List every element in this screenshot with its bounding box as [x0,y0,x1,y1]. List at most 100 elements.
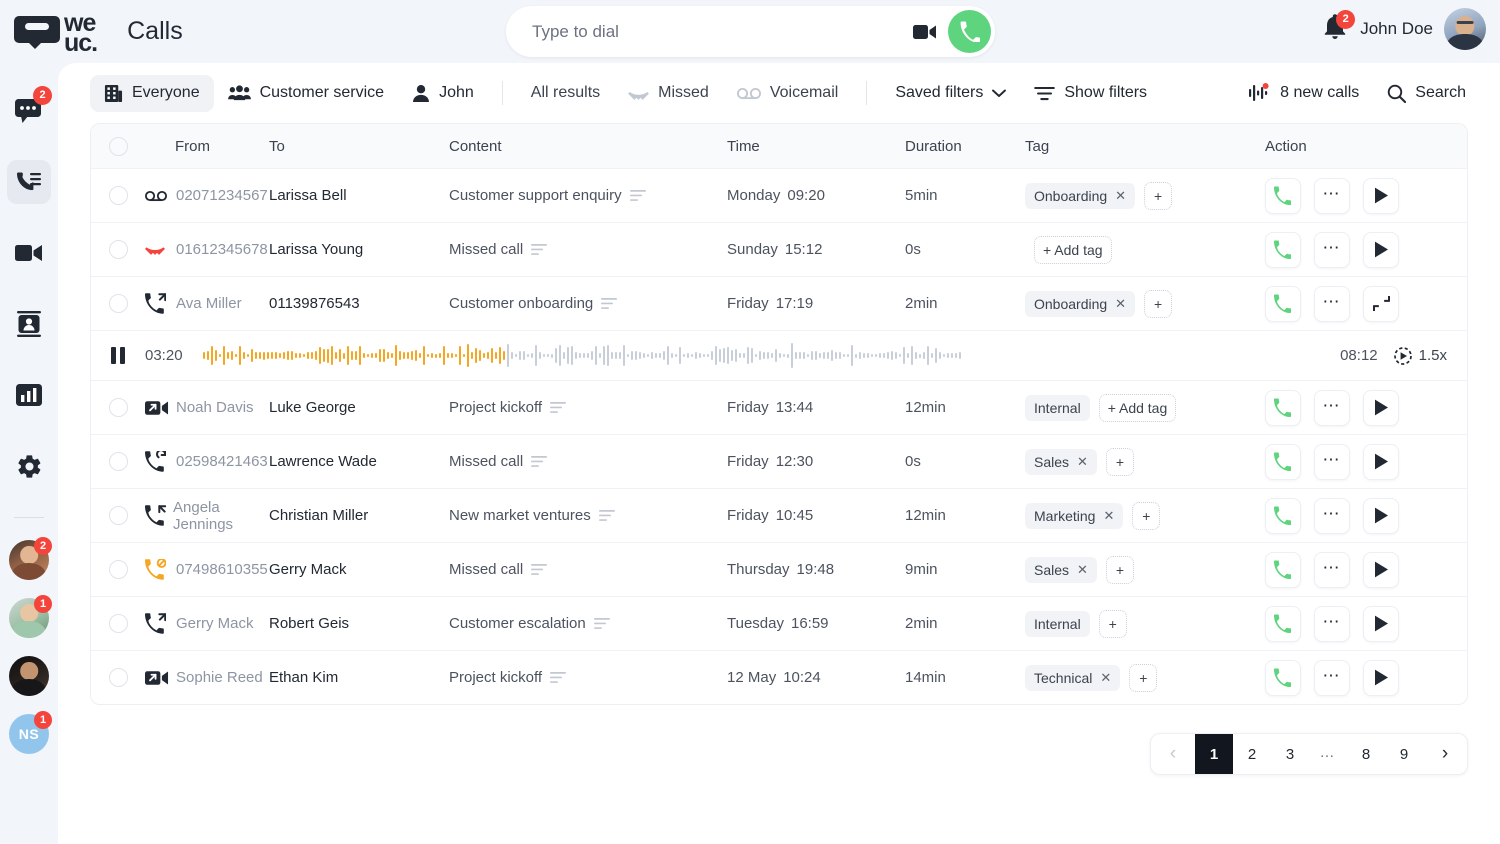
transcript-icon[interactable] [531,244,547,255]
more-options-button[interactable]: ⋯ [1314,286,1350,322]
dial-call-button[interactable] [948,10,991,53]
tag-remove-icon[interactable]: ✕ [1115,296,1126,312]
play-recording-button[interactable] [1363,660,1399,696]
add-tag-button[interactable]: + Add tag [1034,236,1112,264]
more-options-button[interactable]: ⋯ [1314,606,1350,642]
call-back-button[interactable] [1265,498,1301,534]
sidebar-item-analytics[interactable] [7,373,51,417]
add-tag-button[interactable]: + [1106,556,1134,584]
play-recording-button[interactable] [1363,606,1399,642]
row-checkbox[interactable] [109,614,128,633]
tag-chip[interactable]: Internal [1025,611,1090,637]
more-options-button[interactable]: ⋯ [1314,498,1350,534]
tag-chip[interactable]: Sales ✕ [1025,449,1097,475]
pagination-page[interactable]: 3 [1271,733,1309,775]
tag-chip[interactable]: Internal [1025,395,1090,421]
table-row[interactable]: 01612345678 Larissa Young Missed call Su… [91,222,1467,276]
sidebar-item-messages[interactable]: 2 [7,89,51,133]
tag-remove-icon[interactable]: ✕ [1115,188,1126,204]
rail-avatar-2[interactable]: 1 [9,598,49,638]
table-row[interactable]: Sophie Reed Ethan Kim Project kickoff 12… [91,650,1467,704]
tag-chip[interactable]: Marketing ✕ [1025,503,1123,529]
transcript-icon[interactable] [599,510,615,521]
play-recording-button[interactable] [1363,178,1399,214]
row-checkbox[interactable] [109,668,128,687]
tag-remove-icon[interactable]: ✕ [1100,670,1111,686]
sidebar-item-contacts[interactable] [7,302,51,346]
add-tag-button[interactable]: + [1129,664,1157,692]
table-row[interactable]: 02598421463 Lawrence Wade Missed call Fr… [91,434,1467,488]
filter-voicemail[interactable]: Voicemail [723,75,852,111]
call-back-button[interactable] [1265,552,1301,588]
sidebar-item-calls[interactable] [7,160,51,204]
more-options-button[interactable]: ⋯ [1314,232,1350,268]
row-checkbox[interactable] [109,294,128,313]
transcript-icon[interactable] [630,190,646,201]
tag-chip[interactable]: Onboarding ✕ [1025,291,1135,317]
tag-chip[interactable]: Technical ✕ [1025,665,1120,691]
transcript-icon[interactable] [550,402,566,413]
call-back-button[interactable] [1265,660,1301,696]
transcript-icon[interactable] [531,564,547,575]
pagination-page[interactable]: 8 [1347,733,1385,775]
video-camera-icon[interactable] [908,15,942,49]
transcript-icon[interactable] [601,298,617,309]
header-time[interactable]: Time [727,138,905,155]
call-back-button[interactable] [1265,606,1301,642]
play-recording-button[interactable] [1363,552,1399,588]
header-action[interactable]: Action [1265,138,1467,155]
pagination-page[interactable]: 1 [1195,733,1233,775]
pagination-page[interactable]: 2 [1233,733,1271,775]
filter-customer-service[interactable]: Customer service [214,75,398,112]
filter-missed[interactable]: Missed [614,75,723,111]
play-recording-button[interactable] [1363,444,1399,480]
table-row[interactable]: Gerry Mack Robert Geis Customer escalati… [91,596,1467,650]
row-checkbox[interactable] [109,240,128,259]
table-row[interactable]: 07498610355 Gerry Mack Missed call Thurs… [91,542,1467,596]
playback-speed-button[interactable]: 1.5x [1394,347,1447,365]
row-checkbox[interactable] [109,398,128,417]
transcript-icon[interactable] [531,456,547,467]
play-recording-button[interactable] [1363,498,1399,534]
avatar[interactable] [1444,8,1486,50]
more-options-button[interactable]: ⋯ [1314,552,1350,588]
table-row[interactable]: 02071234567 Larissa Bell Customer suppor… [91,168,1467,222]
tag-chip[interactable]: Onboarding ✕ [1025,183,1135,209]
table-row[interactable]: Angela Jennings Christian Miller New mar… [91,488,1467,542]
add-tag-button[interactable]: + [1099,610,1127,638]
header-to[interactable]: To [269,138,449,155]
pagination-prev[interactable]: ‹ [1151,733,1195,775]
tag-remove-icon[interactable]: ✕ [1077,562,1088,578]
rail-avatar-4[interactable]: NS 1 [9,714,49,754]
play-recording-button[interactable] [1363,390,1399,426]
row-checkbox[interactable] [109,560,128,579]
sidebar-item-meetings[interactable] [7,231,51,275]
header-from[interactable]: From [145,138,269,155]
dial-input[interactable] [506,22,908,42]
more-options-button[interactable]: ⋯ [1314,444,1350,480]
pause-button[interactable] [91,347,145,364]
row-checkbox[interactable] [109,506,128,525]
more-options-button[interactable]: ⋯ [1314,390,1350,426]
add-tag-button[interactable]: + [1106,448,1134,476]
add-tag-button[interactable]: + Add tag [1099,394,1177,422]
header-content[interactable]: Content [449,138,727,155]
call-back-button[interactable] [1265,178,1301,214]
row-checkbox[interactable] [109,452,128,471]
call-back-button[interactable] [1265,286,1301,322]
new-calls-indicator[interactable]: 8 new calls [1235,74,1373,112]
tag-chip[interactable]: Sales ✕ [1025,557,1097,583]
play-recording-button[interactable] [1363,232,1399,268]
rail-avatar-3[interactable] [9,656,49,696]
filter-everyone[interactable]: Everyone [90,75,214,112]
add-tag-button[interactable]: + [1144,290,1172,318]
rail-avatar-1[interactable]: 2 [9,540,49,580]
pagination-page[interactable]: … [1309,733,1347,775]
header-tag[interactable]: Tag [1025,138,1265,155]
call-back-button[interactable] [1265,390,1301,426]
tag-remove-icon[interactable]: ✕ [1103,508,1114,524]
search-button[interactable]: Search [1373,75,1480,112]
notifications-button[interactable]: 2 [1323,14,1349,44]
select-all-checkbox[interactable] [109,137,128,156]
call-back-button[interactable] [1265,444,1301,480]
